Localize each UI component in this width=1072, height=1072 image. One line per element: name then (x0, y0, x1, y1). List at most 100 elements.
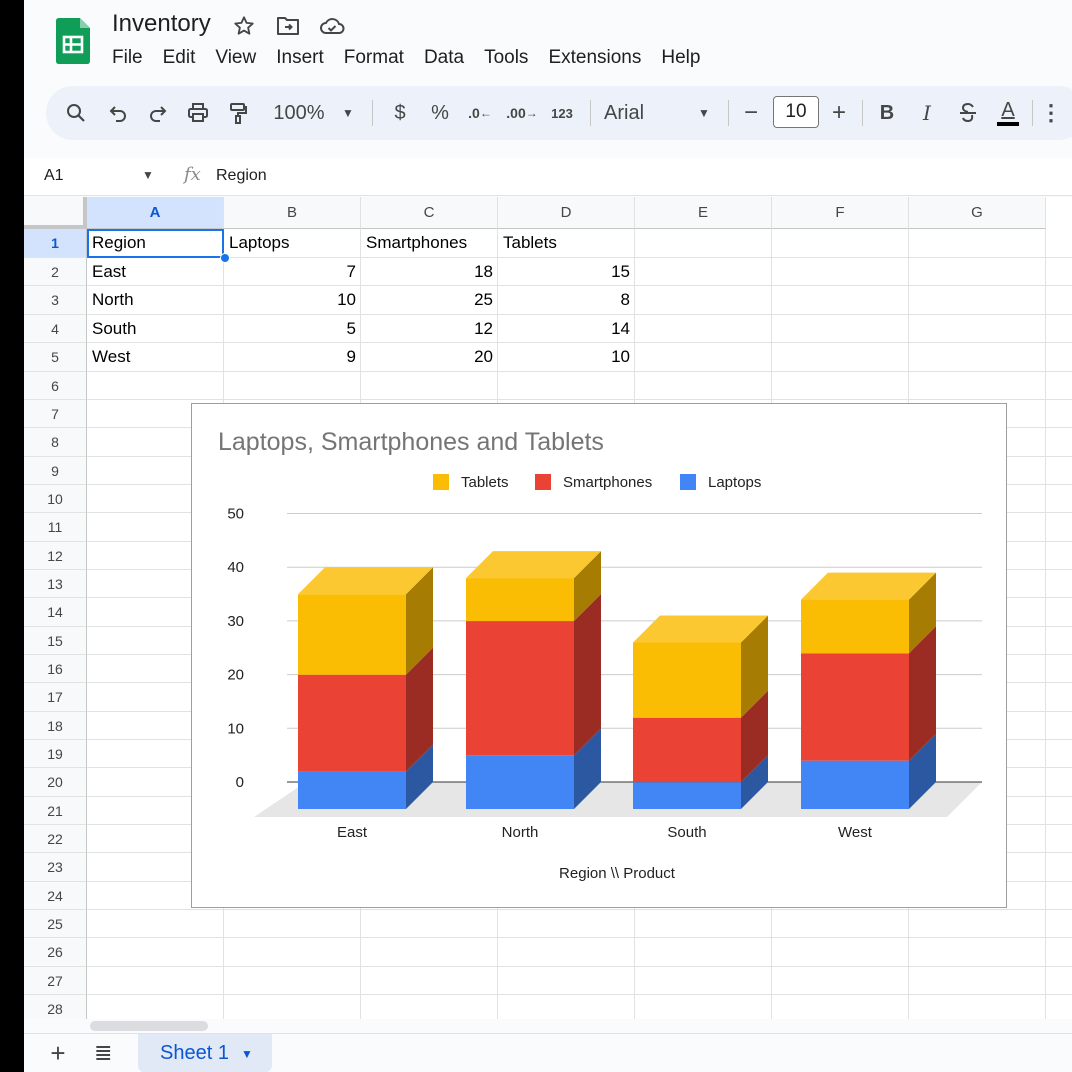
row-header-26[interactable]: 26 (24, 938, 87, 967)
cell-c5[interactable]: 20 (362, 343, 497, 371)
cloud-status-icon[interactable] (318, 12, 346, 40)
menu-insert[interactable]: Insert (266, 44, 334, 72)
cell-a2[interactable]: East (88, 258, 223, 286)
row-header-16[interactable]: 16 (24, 655, 87, 683)
font-select[interactable]: Arial (604, 94, 664, 132)
cell-d3[interactable]: 8 (499, 286, 634, 314)
add-sheet-icon[interactable]: + (46, 1040, 70, 1066)
font-size-input[interactable]: 10 (773, 96, 819, 128)
more-options-icon[interactable]: ⋮ (1040, 94, 1062, 132)
row-header-10[interactable]: 10 (24, 485, 87, 513)
row-header-3[interactable]: 3 (24, 286, 87, 315)
column-header-f[interactable]: F (772, 197, 909, 229)
strikethrough-icon[interactable] (954, 94, 982, 132)
row-header-11[interactable]: 11 (24, 513, 87, 542)
document-title[interactable]: Inventory (112, 10, 211, 38)
menu-edit[interactable]: Edit (153, 44, 206, 72)
row-header-1[interactable]: 1 (24, 229, 87, 258)
increase-font-size-button[interactable]: + (826, 94, 852, 132)
cell-b2[interactable]: 7 (225, 258, 360, 286)
row-header-9[interactable]: 9 (24, 457, 87, 485)
row-header-4[interactable]: 4 (24, 315, 87, 343)
cell-b3[interactable]: 10 (225, 286, 360, 314)
increase-decimal-button[interactable]: .00 → (504, 94, 540, 132)
cell-d1[interactable]: Tablets (499, 229, 634, 257)
cell-c4[interactable]: 12 (362, 315, 497, 343)
row-header-17[interactable]: 17 (24, 683, 87, 712)
column-header-a[interactable]: A (87, 197, 224, 229)
horizontal-scrollbar-thumb[interactable] (90, 1021, 208, 1031)
cell-b1[interactable]: Laptops (225, 229, 360, 257)
column-header-b[interactable]: B (224, 197, 361, 229)
row-header-12[interactable]: 12 (24, 542, 87, 570)
zoom-dropdown-icon[interactable]: ▼ (336, 94, 360, 132)
row-header-20[interactable]: 20 (24, 768, 87, 797)
cell-d4[interactable]: 14 (499, 315, 634, 343)
percent-format-button[interactable]: % (426, 94, 454, 132)
row-header-23[interactable]: 23 (24, 853, 87, 882)
column-header-g[interactable]: G (909, 197, 1046, 229)
chevron-down-icon[interactable]: ▼ (241, 1047, 253, 1061)
all-sheets-menu-icon[interactable]: ≣ (94, 1042, 112, 1064)
italic-button[interactable]: I (914, 94, 940, 132)
font-dropdown-icon[interactable]: ▼ (692, 94, 716, 132)
row-header-15[interactable]: 15 (24, 627, 87, 655)
column-header-c[interactable]: C (361, 197, 498, 229)
cell-c1[interactable]: Smartphones (362, 229, 497, 257)
row-header-28[interactable]: 28 (24, 995, 87, 1019)
menu-help[interactable]: Help (651, 44, 710, 72)
column-header-e[interactable]: E (635, 197, 772, 229)
row-header-18[interactable]: 18 (24, 712, 87, 740)
fill-handle[interactable] (220, 253, 230, 263)
row-header-25[interactable]: 25 (24, 910, 87, 938)
currency-format-button[interactable]: $ (386, 94, 414, 132)
row-header-27[interactable]: 27 (24, 967, 87, 995)
cell-b4[interactable]: 5 (225, 315, 360, 343)
search-icon[interactable] (62, 94, 90, 132)
row-header-7[interactable]: 7 (24, 400, 87, 428)
menu-tools[interactable]: Tools (474, 44, 538, 72)
redo-icon[interactable] (144, 94, 172, 132)
stacked-bar-chart[interactable]: Laptops, Smartphones and Tablets Tablets S… (191, 403, 1007, 908)
formula-input[interactable]: Region (216, 167, 267, 185)
decrease-decimal-button[interactable]: .0 ← (464, 94, 496, 132)
row-header-24[interactable]: 24 (24, 882, 87, 910)
row-header-14[interactable]: 14 (24, 598, 87, 627)
row-header-5[interactable]: 5 (24, 343, 87, 372)
column-header-d[interactable]: D (498, 197, 635, 229)
menu-format[interactable]: Format (334, 44, 414, 72)
star-icon[interactable] (230, 12, 258, 40)
cell-c2[interactable]: 18 (362, 258, 497, 286)
row-header-6[interactable]: 6 (24, 372, 87, 400)
sheet-tab[interactable]: Sheet 1 ▼ (138, 1034, 272, 1072)
row-header-8[interactable]: 8 (24, 428, 87, 457)
print-icon[interactable] (184, 94, 212, 132)
select-all-corner[interactable] (24, 197, 87, 229)
decrease-font-size-button[interactable]: − (738, 94, 764, 132)
menu-extensions[interactable]: Extensions (538, 44, 651, 72)
row-header-19[interactable]: 19 (24, 740, 87, 768)
google-sheets-logo[interactable] (56, 18, 90, 64)
row-header-21[interactable]: 21 (24, 797, 87, 825)
text-color-button[interactable]: A (994, 94, 1022, 132)
folder-move-icon[interactable] (274, 12, 302, 40)
row-header-2[interactable]: 2 (24, 258, 87, 286)
cell-a4[interactable]: South (88, 315, 223, 343)
cell-d5[interactable]: 10 (499, 343, 634, 371)
row-header-22[interactable]: 22 (24, 825, 87, 853)
cell-d2[interactable]: 15 (499, 258, 634, 286)
name-box-dropdown-icon[interactable]: ▼ (142, 168, 154, 182)
cell-a3[interactable]: North (88, 286, 223, 314)
menu-data[interactable]: Data (414, 44, 474, 72)
zoom-select[interactable]: 100% (266, 94, 332, 132)
cell-a5[interactable]: West (88, 343, 223, 371)
paint-format-icon[interactable] (224, 94, 252, 132)
cell-c3[interactable]: 25 (362, 286, 497, 314)
menu-view[interactable]: View (205, 44, 266, 72)
undo-icon[interactable] (104, 94, 132, 132)
cell-b5[interactable]: 9 (225, 343, 360, 371)
more-formats-button[interactable]: 123 (546, 94, 578, 132)
row-header-13[interactable]: 13 (24, 570, 87, 598)
bold-button[interactable]: B (874, 94, 900, 132)
name-box[interactable]: A1 (44, 167, 64, 185)
